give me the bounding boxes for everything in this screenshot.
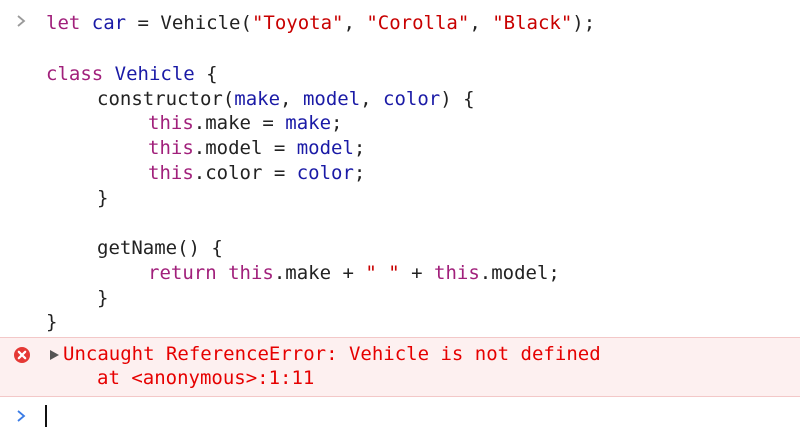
code-text: .model = [193,137,297,159]
code-string: " " [365,262,400,284]
code-keyword: this [434,262,480,284]
code-text: constructor( [97,88,235,110]
console-prompt[interactable] [0,397,800,437]
code-line-6: this.model = model; [148,136,365,160]
code-keyword: this [148,162,194,184]
code-keyword: this [148,137,194,159]
code-text: .make + [273,262,366,284]
code-keyword: this [228,262,274,284]
console-error-entry[interactable]: Uncaught ReferenceError: Vehicle is not … [0,337,800,397]
prompt-chevron-icon [17,410,26,422]
code-param: color [383,88,441,110]
code-text: , [343,12,367,34]
code-string: "Corolla" [366,12,470,34]
code-text: } [46,311,58,333]
code-line-12: } [97,286,108,310]
code-string: "Black" [492,12,573,34]
code-text: + [399,262,435,284]
code-variable: model [296,137,354,159]
code-line-5: this.make = make; [148,111,343,135]
code-param: model [302,88,361,110]
code-text: ) { [440,88,475,110]
code-text: , [280,88,303,110]
code-keyword: return [148,262,217,284]
code-line-7: this.color = color; [148,161,365,185]
code-text: ; [353,137,366,159]
disclosure-triangle-icon[interactable] [48,349,60,361]
error-icon [14,347,30,363]
console-input-entry: let car = Vehicle("Toyota", "Corolla", "… [0,0,800,337]
code-line-3: class Vehicle { [46,62,218,86]
code-line-13: } [46,310,57,334]
code-line-10: getName() { [97,236,223,260]
code-text: , [469,12,493,34]
code-keyword: class [46,63,104,85]
code-line-4: constructor(make, model, color) { [97,87,475,111]
code-text: { [194,63,218,85]
chevron-right-icon [17,15,26,27]
devtools-console: let car = Vehicle("Toyota", "Corolla", "… [0,0,800,441]
code-keyword: this [148,112,194,134]
code-text: = Vehicle( [126,12,252,34]
code-text: getName() { [97,237,223,259]
code-text: } [97,187,109,209]
code-text: .color = [193,162,297,184]
code-variable: color [296,162,354,184]
code-keyword: let [46,12,81,34]
code-line-11: return this.make + " " + this.model; [148,261,560,285]
code-variable: car [91,12,127,34]
code-text: } [97,287,109,309]
code-text: ); [572,12,596,34]
code-text: .model; [479,262,560,284]
code-text: ; [353,162,366,184]
code-line-1: let car = Vehicle("Toyota", "Corolla", "… [46,11,595,35]
code-class-name: Vehicle [114,63,195,85]
code-line-8: } [97,186,108,210]
code-string: "Toyota" [251,12,344,34]
code-param: make [234,88,281,110]
text-caret [45,405,47,427]
code-text: .make = [193,112,286,134]
error-location[interactable]: at <anonymous>:1:11 [97,366,314,390]
code-variable: make [285,112,332,134]
code-text: , [360,88,384,110]
error-message: Uncaught ReferenceError: Vehicle is not … [63,343,601,365]
code-text: ; [331,112,343,134]
